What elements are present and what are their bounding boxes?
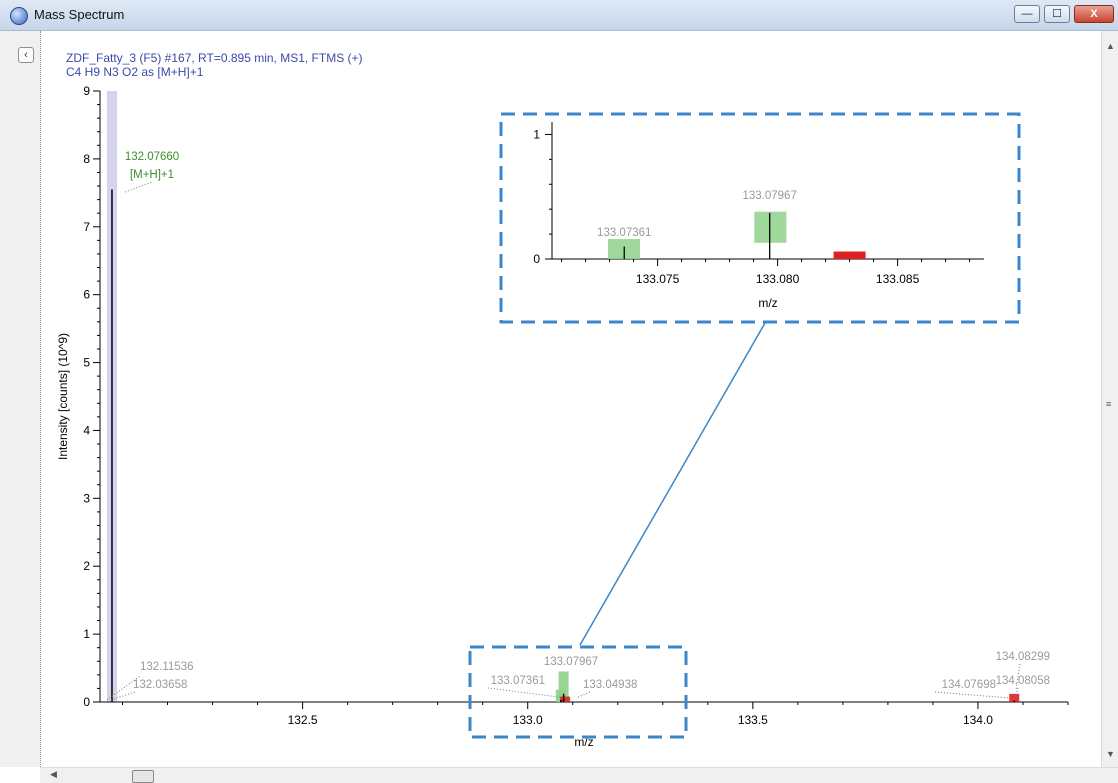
y-tick-label: 2 <box>83 559 90 573</box>
inset-chart: 0 1 133.075 133.080 133.085 m/z 133.07361 133.0… <box>499 112 1021 324</box>
peak-label: 133.07967 <box>544 656 598 668</box>
peak-label: 132.11536 <box>140 661 194 673</box>
callout-connector-line <box>579 322 766 646</box>
inset-x-tick-label: 133.075 <box>636 272 680 286</box>
y-tick-label: 3 <box>83 491 90 505</box>
y-tick-label: 6 <box>83 288 90 302</box>
spectrum-header-line1: ZDF_Fatty_3 (F5) #167, RT=0.895 min, MS1… <box>66 51 363 65</box>
label-leader-line <box>575 691 591 699</box>
label-leader-line <box>934 691 1011 699</box>
y-tick-label: 5 <box>83 356 90 370</box>
peak-label: 133.04938 <box>583 679 637 691</box>
x-tick-label: 133.0 <box>513 713 543 727</box>
y-tick-label: 9 <box>83 84 90 98</box>
y-tick-label: 7 <box>83 220 90 234</box>
y-tick-label: 0 <box>83 695 90 709</box>
peak-label: 132.03658 <box>133 679 187 691</box>
peak-label: [M+H]+1 <box>130 169 174 181</box>
peak-label: 134.07698 <box>942 679 996 691</box>
spectrum-header-line2: C4 H9 N3 O2 as [M+H]+1 <box>66 65 204 79</box>
y-tick-label: 1 <box>83 627 90 641</box>
spectrum-plot: 0 1 2 3 4 5 6 7 8 9 132.5 133.0 133.5 134.0 m/z Intensi… <box>56 51 1069 749</box>
y-axis-title: Intensity [counts] (10^9) <box>56 333 70 460</box>
label-leader-line <box>487 687 567 699</box>
inset-peak-label: 133.07361 <box>597 227 651 239</box>
x-tick-label: 133.5 <box>738 713 768 727</box>
y-tick-label: 4 <box>83 423 90 437</box>
y-tick-label: 8 <box>83 152 90 166</box>
inset-y-tick-label: 0 <box>533 252 540 266</box>
peak-label: 134.08299 <box>996 651 1050 663</box>
label-leader-line <box>124 181 153 193</box>
x-tick-label: 134.0 <box>963 713 993 727</box>
inset-x-axis-title: m/z <box>758 296 777 310</box>
inset-peak-label: 133.07967 <box>742 190 796 202</box>
peak-label: 132.07660 <box>125 151 179 163</box>
inset-y-tick-label: 1 <box>533 127 540 141</box>
x-tick-label: 132.5 <box>288 713 318 727</box>
inset-isotope-match-box <box>754 211 787 243</box>
inset-isotope-mismatch-box <box>833 251 866 259</box>
inset-x-tick-label: 133.080 <box>756 272 800 286</box>
peak-label: 133.07361 <box>491 675 545 687</box>
peak-label: 134.08058 <box>996 675 1050 687</box>
mass-spectrum-window: Mass Spectrum — ☐ X ‹ ▲ ≡ ▼ ◀ 0123456789… <box>0 0 1118 783</box>
inset-x-tick-label: 133.085 <box>876 272 920 286</box>
